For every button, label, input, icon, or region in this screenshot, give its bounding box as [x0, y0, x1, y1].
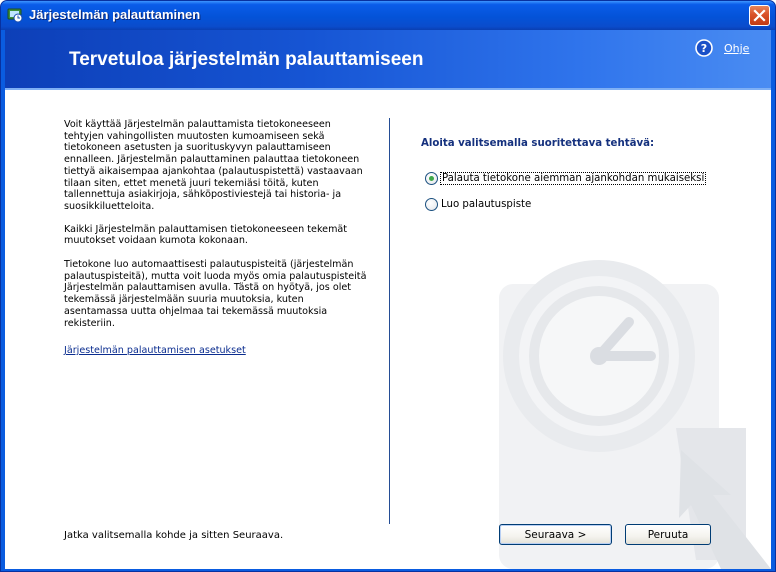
close-icon [753, 9, 766, 22]
intro-paragraph: Kaikki Järjestelmän palauttamisen tietok… [64, 223, 348, 247]
footer-hint: Jatka valitsemalla kohde ja sitten Seura… [64, 530, 284, 541]
page-title: Tervetuloa järjestelmän palauttamiseen [69, 49, 424, 70]
svg-text:?: ? [701, 42, 707, 55]
window-title: Järjestelmän palauttaminen [29, 7, 201, 22]
vertical-divider [389, 118, 390, 524]
cancel-button[interactable]: Peruuta [625, 524, 711, 545]
restore-computer-option[interactable]: Palauta tietokone aiemman ajankohdan muk… [425, 172, 707, 185]
intro-paragraph: Voit käyttää Järjestelmän palauttamista … [64, 119, 363, 212]
next-button[interactable]: Seuraava > [499, 524, 612, 545]
intro-pane: Voit käyttää Järjestelmän palauttamista … [64, 119, 370, 357]
system-restore-window: Järjestelmän palauttaminen Tervetuloa jä… [0, 0, 776, 572]
create-restore-point-option[interactable]: Luo palautuspiste [425, 198, 531, 211]
clock-watermark [499, 260, 771, 569]
radio-button[interactable] [425, 198, 438, 211]
close-button[interactable] [749, 5, 770, 26]
restore-computer-option-label[interactable]: Palauta tietokone aiemman ajankohdan muk… [439, 172, 707, 185]
help-link[interactable]: Ohje [724, 42, 749, 55]
help-icon[interactable]: ? [695, 39, 713, 57]
restore-settings-link[interactable]: Järjestelmän palauttamisen asetukset [64, 345, 246, 357]
title-bar[interactable]: Järjestelmän palauttaminen [1, 1, 775, 30]
task-heading: Aloita valitsemalla suoritettava tehtävä… [421, 138, 655, 149]
header-band: Tervetuloa järjestelmän palauttamiseen ?… [5, 30, 771, 90]
radio-button-selected[interactable] [425, 172, 438, 185]
wizard-body: Tervetuloa järjestelmän palauttamiseen ?… [5, 30, 771, 569]
create-restore-point-option-label[interactable]: Luo palautuspiste [441, 199, 531, 210]
system-restore-icon [7, 8, 23, 23]
intro-paragraph: Tietokone luo automaattisesti palautuspi… [64, 259, 367, 329]
